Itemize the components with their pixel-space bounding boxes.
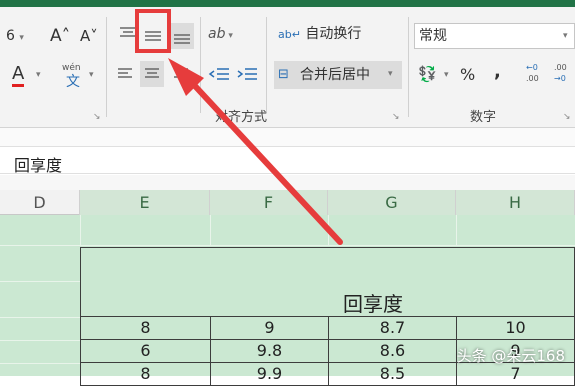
watermark: 头条 @朵云168 — [456, 347, 565, 365]
annotation-arrow — [168, 58, 343, 245]
